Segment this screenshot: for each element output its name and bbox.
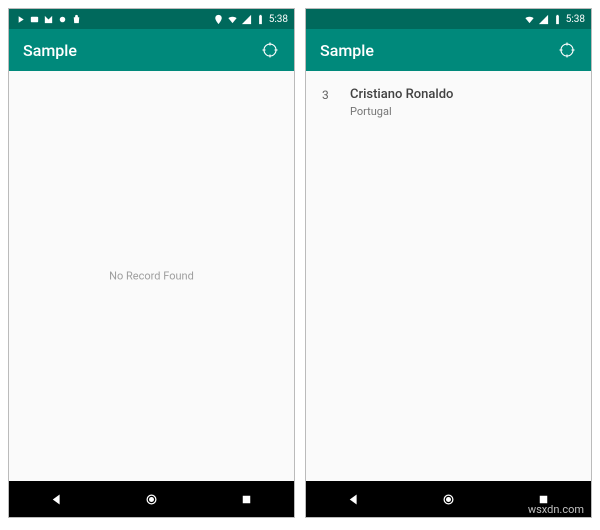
wifi-icon xyxy=(227,14,238,25)
nav-recent-button[interactable] xyxy=(227,481,267,517)
item-body: Cristiano Ronaldo Portugal xyxy=(350,87,453,118)
list-item[interactable]: 3 Cristiano Ronaldo Portugal xyxy=(322,83,575,122)
status-time: 5:38 xyxy=(269,14,288,25)
item-country: Portugal xyxy=(350,105,453,118)
records-list: 3 Cristiano Ronaldo Portugal xyxy=(306,71,591,134)
home-icon xyxy=(144,492,159,507)
app-title: Sample xyxy=(320,41,374,60)
app-bar: Sample xyxy=(306,29,591,71)
battery-icon xyxy=(255,14,266,25)
content-area: 3 Cristiano Ronaldo Portugal xyxy=(306,71,591,481)
back-icon xyxy=(49,492,64,507)
mail-icon xyxy=(43,14,54,25)
circle-icon xyxy=(57,14,68,25)
recent-icon xyxy=(239,492,254,507)
empty-message: No Record Found xyxy=(109,270,194,283)
phone-screen-right: 5:38 Sample 3 Cristiano Ronaldo Portugal xyxy=(305,8,592,518)
rect-icon xyxy=(29,14,40,25)
bag-icon xyxy=(71,14,82,25)
menu-action-button[interactable] xyxy=(557,40,577,60)
target-icon xyxy=(558,41,576,59)
nav-home-button[interactable] xyxy=(132,481,172,517)
item-name: Cristiano Ronaldo xyxy=(350,87,453,102)
home-icon xyxy=(441,492,456,507)
status-icons-left xyxy=(15,14,82,25)
status-bar: 5:38 xyxy=(306,9,591,29)
menu-action-button[interactable] xyxy=(260,40,280,60)
content-area: No Record Found xyxy=(9,71,294,481)
target-icon xyxy=(261,41,279,59)
app-title: Sample xyxy=(23,41,77,60)
play-icon xyxy=(15,14,26,25)
signal-icon xyxy=(241,14,252,25)
back-icon xyxy=(346,492,361,507)
status-time: 5:38 xyxy=(566,14,585,25)
app-bar: Sample xyxy=(9,29,294,71)
status-icons-right: 5:38 xyxy=(524,14,585,25)
nav-home-button[interactable] xyxy=(429,481,469,517)
location-icon xyxy=(213,14,224,25)
phone-screen-left: 5:38 Sample No Record Found xyxy=(8,8,295,518)
nav-back-button[interactable] xyxy=(37,481,77,517)
status-bar: 5:38 xyxy=(9,9,294,29)
wifi-icon xyxy=(524,14,535,25)
watermark: wsxdn.com xyxy=(528,503,584,516)
battery-icon xyxy=(552,14,563,25)
status-icons-right: 5:38 xyxy=(213,14,288,25)
navigation-bar xyxy=(9,481,294,517)
signal-icon xyxy=(538,14,549,25)
nav-back-button[interactable] xyxy=(334,481,374,517)
item-id: 3 xyxy=(322,87,332,118)
